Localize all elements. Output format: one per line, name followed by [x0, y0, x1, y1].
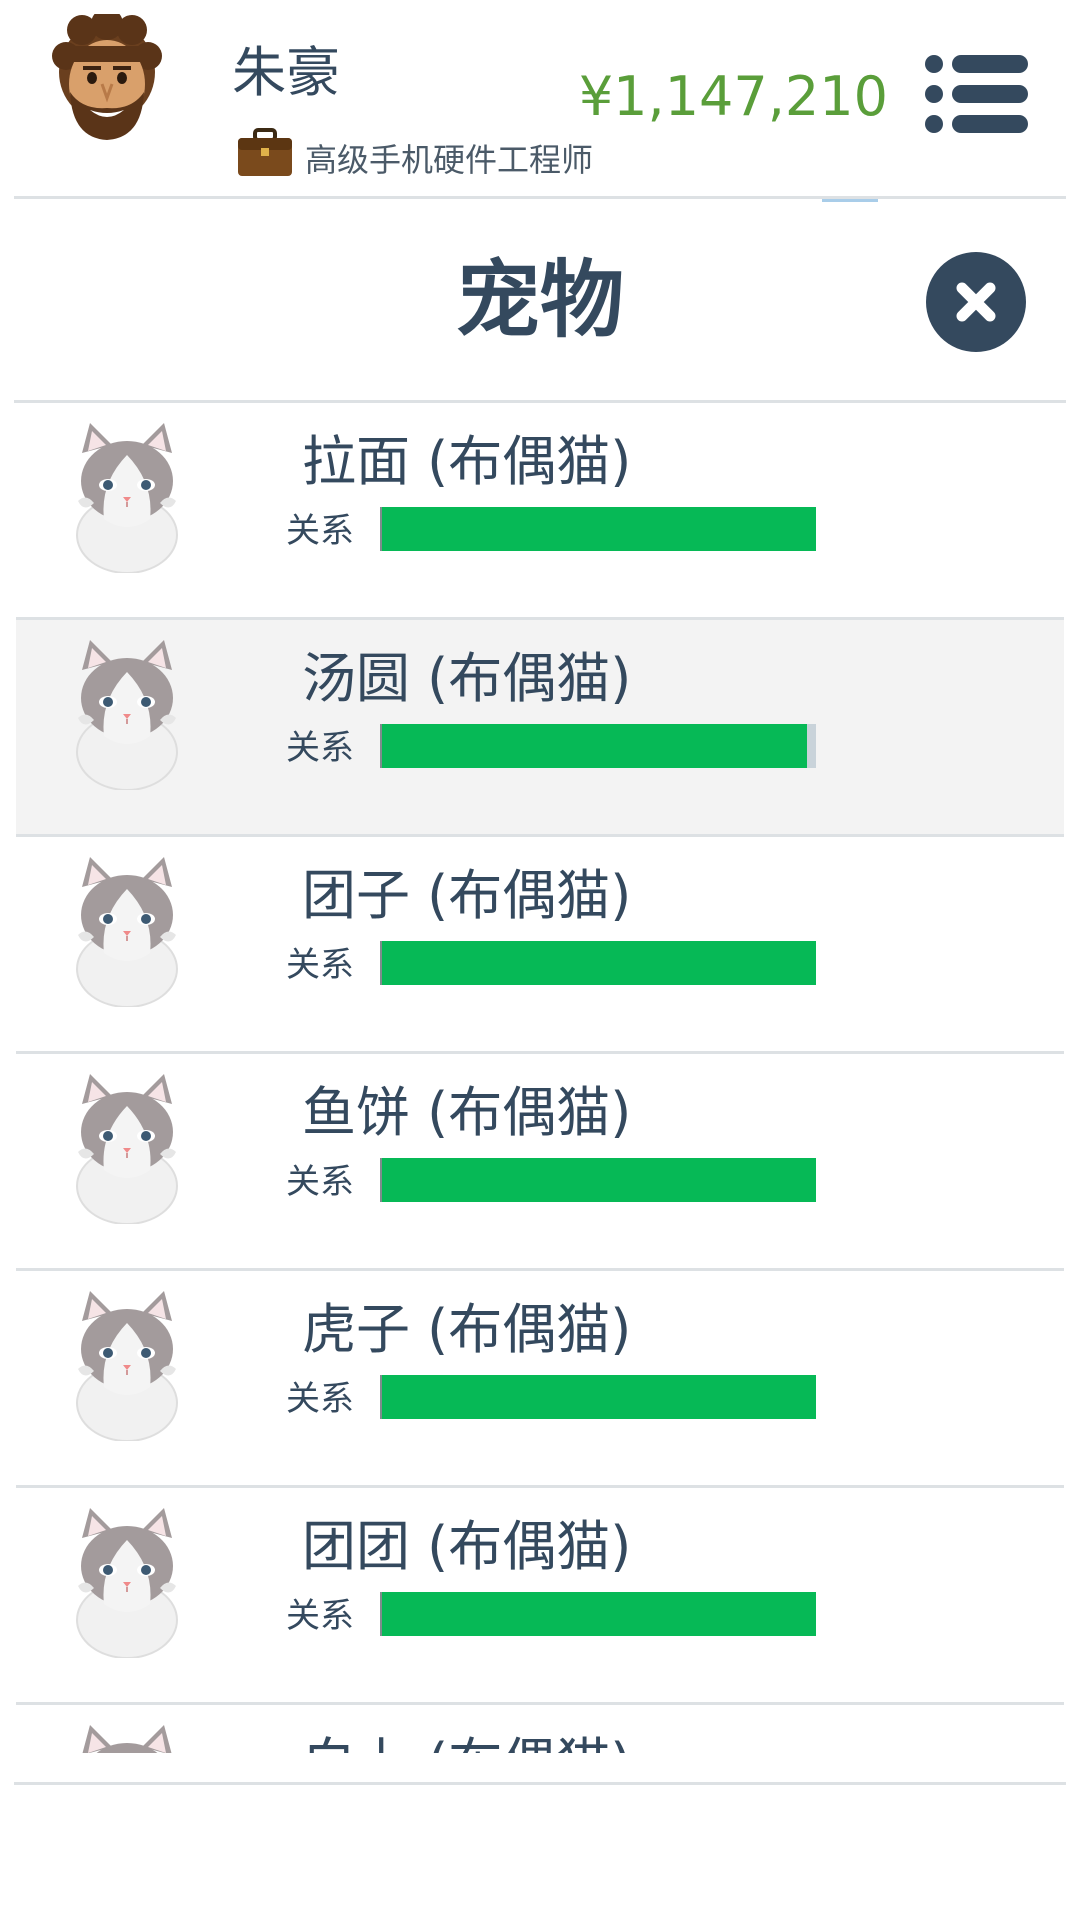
close-x-icon [956, 282, 996, 322]
pet-list[interactable]: 拉面 (布偶猫) 关系 汤圆 (布偶猫) 关系 团子 (布偶猫) 关系 鱼饼 (… [16, 403, 1064, 1753]
close-button[interactable] [926, 252, 1026, 352]
relationship-bar [380, 724, 816, 768]
tab-indicator [822, 199, 878, 202]
job-title: 高级手机硬件工程师 [305, 141, 594, 179]
pet-row[interactable]: 白上 (布偶猫)关系 [16, 1705, 1064, 1753]
relationship-bar-fill [382, 1158, 816, 1202]
relationship-bar [380, 1158, 816, 1202]
pet-name: 鱼饼 (布偶猫) [302, 1081, 632, 1144]
relationship-label: 关系 [286, 1379, 354, 1419]
relationship-bar [380, 1375, 816, 1419]
pet-name: 团子 (布偶猫) [302, 864, 632, 927]
relationship-label: 关系 [286, 728, 354, 768]
ragdoll-cat-icon [82, 1725, 172, 1753]
ragdoll-cat-icon [76, 1074, 178, 1224]
briefcase-icon [238, 128, 292, 176]
pet-row[interactable]: 虎子 (布偶猫) 关系 [16, 1271, 1064, 1488]
pet-name: 虎子 (布偶猫) [302, 1298, 632, 1361]
bearded-man-avatar-icon[interactable] [52, 14, 162, 144]
pet-name: 白上 (布偶猫) [302, 1731, 631, 1753]
modal-title: 宠物 [455, 251, 624, 349]
pet-row[interactable]: 拉面 (布偶猫) 关系 [16, 403, 1064, 620]
top-header: 朱豪 高级手机硬件工程师 ¥1,147,210 [0, 0, 1080, 198]
pet-row[interactable]: 团团 (布偶猫) 关系 [16, 1488, 1064, 1705]
list-menu-icon[interactable] [922, 52, 1030, 136]
relationship-bar-fill [382, 1592, 816, 1636]
header-divider [14, 196, 1066, 199]
ragdoll-cat-icon [76, 857, 178, 1007]
relationship-bar [380, 507, 816, 551]
pet-row[interactable]: 鱼饼 (布偶猫) 关系 [16, 1054, 1064, 1271]
relationship-bar-fill [382, 1375, 816, 1419]
relationship-bar [380, 1592, 816, 1636]
relationship-bar-fill [382, 724, 808, 768]
ragdoll-cat-icon [76, 1291, 178, 1441]
relationship-label: 关系 [286, 1596, 354, 1636]
ragdoll-cat-icon [76, 423, 178, 573]
relationship-bar-fill [382, 941, 816, 985]
money-balance: ¥1,147,210 [578, 65, 888, 128]
relationship-label: 关系 [286, 945, 354, 985]
relationship-label: 关系 [286, 511, 354, 551]
relationship-bar-fill [382, 507, 816, 551]
relationship-label: 关系 [286, 1162, 354, 1202]
pet-name: 汤圆 (布偶猫) [302, 647, 632, 710]
player-name: 朱豪 [232, 41, 340, 104]
relationship-bar [380, 941, 816, 985]
pet-row[interactable]: 汤圆 (布偶猫) 关系 [16, 620, 1064, 837]
list-bottom-divider [14, 1782, 1066, 1785]
pet-name: 团团 (布偶猫) [302, 1515, 632, 1578]
ragdoll-cat-icon [76, 1508, 178, 1658]
pet-name: 拉面 (布偶猫) [302, 430, 632, 493]
ragdoll-cat-icon [76, 640, 178, 790]
pet-row[interactable]: 团子 (布偶猫) 关系 [16, 837, 1064, 1054]
